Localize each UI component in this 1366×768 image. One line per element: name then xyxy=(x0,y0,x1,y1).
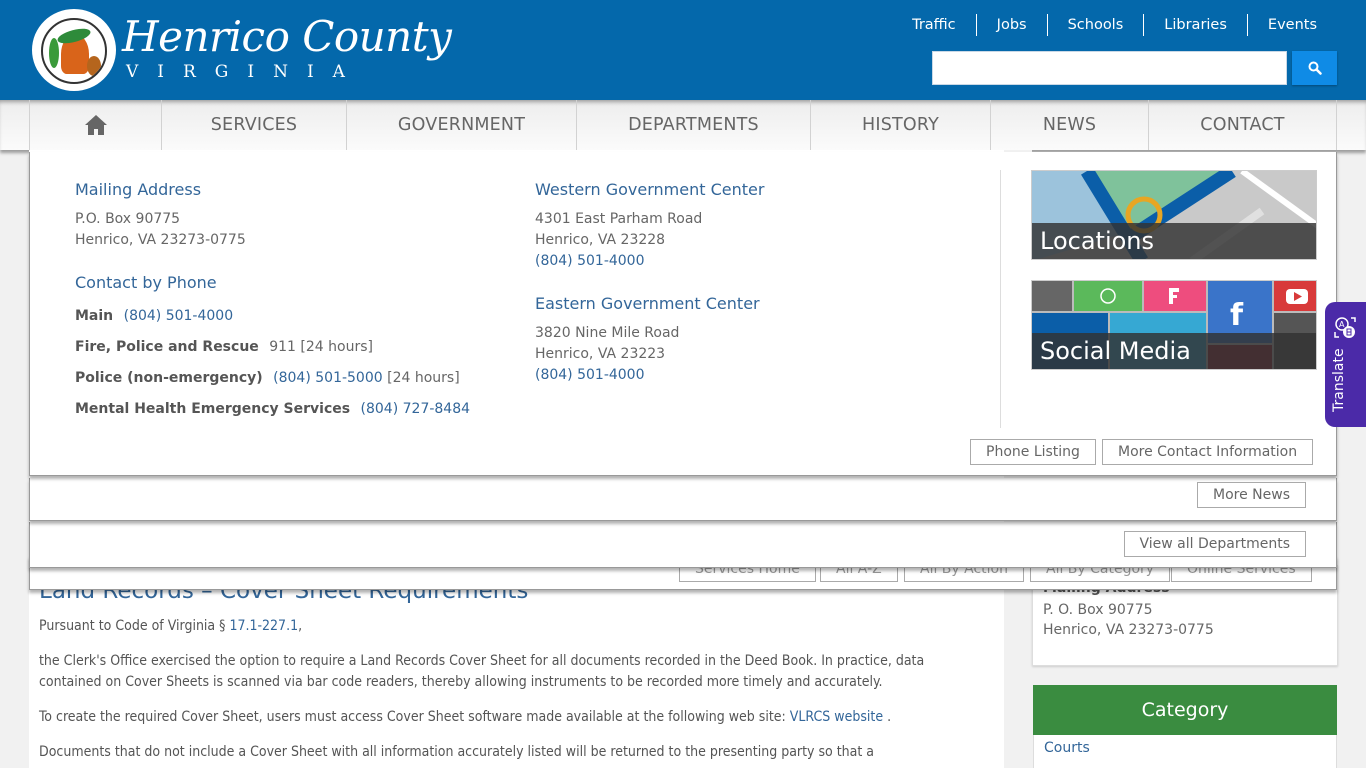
seal-tobacco-icon xyxy=(87,56,101,76)
social-media-tile-label: Social Media xyxy=(1032,333,1316,369)
address-line: 4301 East Parham Road xyxy=(535,211,703,227)
p3-suffix: . xyxy=(883,709,892,725)
nav-government[interactable]: GOVERNMENT xyxy=(347,100,577,150)
sidebar-address-line: Henrico, VA 23273-0775 xyxy=(1043,622,1214,638)
phone-row-emergency: Fire, Police and Rescue 911 [24 hours] xyxy=(75,337,495,358)
more-news-button[interactable]: More News xyxy=(1197,482,1306,508)
address-line: Henrico, VA 23273-0775 xyxy=(75,232,246,248)
county-seal-logo[interactable] xyxy=(32,9,116,91)
western-center-heading: Western Government Center xyxy=(535,180,765,199)
search-input[interactable] xyxy=(932,51,1287,85)
phone-listing-button[interactable]: Phone Listing xyxy=(970,439,1096,465)
phone-number-link[interactable]: (804) 501-5000 xyxy=(273,370,383,386)
brand-title[interactable]: Henrico County xyxy=(122,16,452,58)
category-list: Courts xyxy=(1033,735,1337,768)
address-line: Henrico, VA 23223 xyxy=(535,346,666,362)
column-divider xyxy=(1000,170,1001,428)
utility-links: Traffic Jobs Schools Libraries Events xyxy=(892,14,1336,36)
phone-note: 911 [24 hours] xyxy=(269,339,373,355)
p1-suffix: , xyxy=(298,618,303,634)
category-heading: Category xyxy=(1033,685,1337,735)
p1-prefix: Pursuant to Code of Virginia § xyxy=(39,618,230,634)
top-link-events[interactable]: Events xyxy=(1246,14,1336,36)
contact-column-middle: Western Government Center 4301 East Parh… xyxy=(535,180,955,386)
social-media-tile[interactable]: f Social Media xyxy=(1031,280,1317,370)
site-header: Henrico County VIRGINIA Traffic Jobs Sch… xyxy=(0,0,1366,100)
svg-text:f: f xyxy=(1230,298,1244,333)
locations-tile[interactable]: Locations xyxy=(1031,170,1317,260)
mailing-address-heading: Mailing Address xyxy=(75,180,202,199)
phone-label: Police (non-emergency) xyxy=(75,370,263,386)
contact-dropdown: Mailing Address P.O. Box 90775 Henrico, … xyxy=(29,152,1337,476)
phone-label: Main xyxy=(75,308,114,324)
mailing-address: P.O. Box 90775 Henrico, VA 23273-0775 xyxy=(75,209,495,251)
phone-number-link[interactable]: (804) 501-4000 xyxy=(124,308,234,324)
phone-row-mental-health: Mental Health Emergency Services (804) 7… xyxy=(75,399,495,420)
main-nav: SERVICES GOVERNMENT DEPARTMENTS HISTORY … xyxy=(0,100,1366,150)
phone-label: Mental Health Emergency Services xyxy=(75,401,351,417)
top-link-schools[interactable]: Schools xyxy=(1046,14,1144,36)
departments-panel: View all Departments xyxy=(29,522,1337,568)
contact-column-left: Mailing Address P.O. Box 90775 Henrico, … xyxy=(75,180,495,430)
vlrcs-website-link[interactable]: VLRCS website xyxy=(790,709,883,725)
phone-number-link[interactable]: (804) 727-8484 xyxy=(361,401,471,417)
seal-corn-icon xyxy=(49,38,59,68)
sidebar-mailing-address: P. O. Box 90775 Henrico, VA 23273-0775 xyxy=(1043,600,1214,640)
phone-row-main: Main (804) 501-4000 xyxy=(75,306,495,327)
phone-note: [24 hours] xyxy=(387,370,460,386)
nav-services[interactable]: SERVICES xyxy=(162,100,347,150)
p3-prefix: To create the required Cover Sheet, user… xyxy=(39,709,790,725)
more-contact-information-button[interactable]: More Contact Information xyxy=(1102,439,1314,465)
code-section-link[interactable]: 17.1-227.1 xyxy=(229,618,298,634)
nav-contact[interactable]: CONTACT xyxy=(1149,100,1336,150)
address-line: P.O. Box 90775 xyxy=(75,211,181,227)
view-all-departments-button[interactable]: View all Departments xyxy=(1123,531,1306,557)
brand-subtitle: VIRGINIA xyxy=(126,62,364,82)
translate-icon: A xyxy=(1334,317,1356,338)
nav-history[interactable]: HISTORY xyxy=(811,100,991,150)
sidebar-address-line: P. O. Box 90775 xyxy=(1043,602,1153,618)
western-phone-link[interactable]: (804) 501-4000 xyxy=(535,253,645,269)
paragraph-clerk-office: the Clerk's Office exercised the option … xyxy=(39,653,925,690)
svg-text:A: A xyxy=(1339,320,1345,329)
news-panel: More News xyxy=(29,478,1337,521)
paragraph-cover-sheet: To create the required Cover Sheet, user… xyxy=(39,707,989,728)
home-icon xyxy=(84,115,107,135)
eastern-center-address: 3820 Nine Mile Road Henrico, VA 23223 (8… xyxy=(535,323,955,386)
seal-emblem xyxy=(41,18,107,84)
address-line: 3820 Nine Mile Road xyxy=(535,325,680,341)
contact-by-phone-heading: Contact by Phone xyxy=(75,273,217,292)
eastern-phone-link[interactable]: (804) 501-4000 xyxy=(535,367,645,383)
eastern-center-heading: Eastern Government Center xyxy=(535,294,760,313)
top-link-traffic[interactable]: Traffic xyxy=(892,14,976,36)
nav-home[interactable] xyxy=(30,100,162,150)
translate-widget[interactable]: A Translate xyxy=(1325,302,1366,427)
search-icon xyxy=(1308,61,1322,75)
top-link-jobs[interactable]: Jobs xyxy=(975,14,1047,36)
phone-label: Fire, Police and Rescue xyxy=(75,339,259,355)
nav-news[interactable]: NEWS xyxy=(991,100,1149,150)
translate-label: Translate xyxy=(1331,348,1347,412)
phone-row-police: Police (non-emergency) (804) 501-5000 [2… xyxy=(75,368,495,389)
address-line: Henrico, VA 23228 xyxy=(535,232,666,248)
top-link-libraries[interactable]: Libraries xyxy=(1143,14,1247,36)
nav-departments[interactable]: DEPARTMENTS xyxy=(577,100,811,150)
search-button[interactable] xyxy=(1292,51,1337,85)
category-item-courts[interactable]: Courts xyxy=(1044,740,1090,756)
western-center-address: 4301 East Parham Road Henrico, VA 23228 … xyxy=(535,209,955,272)
paragraph-code-reference: Pursuant to Code of Virginia § 17.1-227.… xyxy=(39,616,989,637)
paragraph-returned-documents: Documents that do not include a Cover Sh… xyxy=(39,744,875,760)
locations-tile-label: Locations xyxy=(1032,223,1316,259)
phone-list: Main (804) 501-4000 Fire, Police and Res… xyxy=(75,306,495,420)
